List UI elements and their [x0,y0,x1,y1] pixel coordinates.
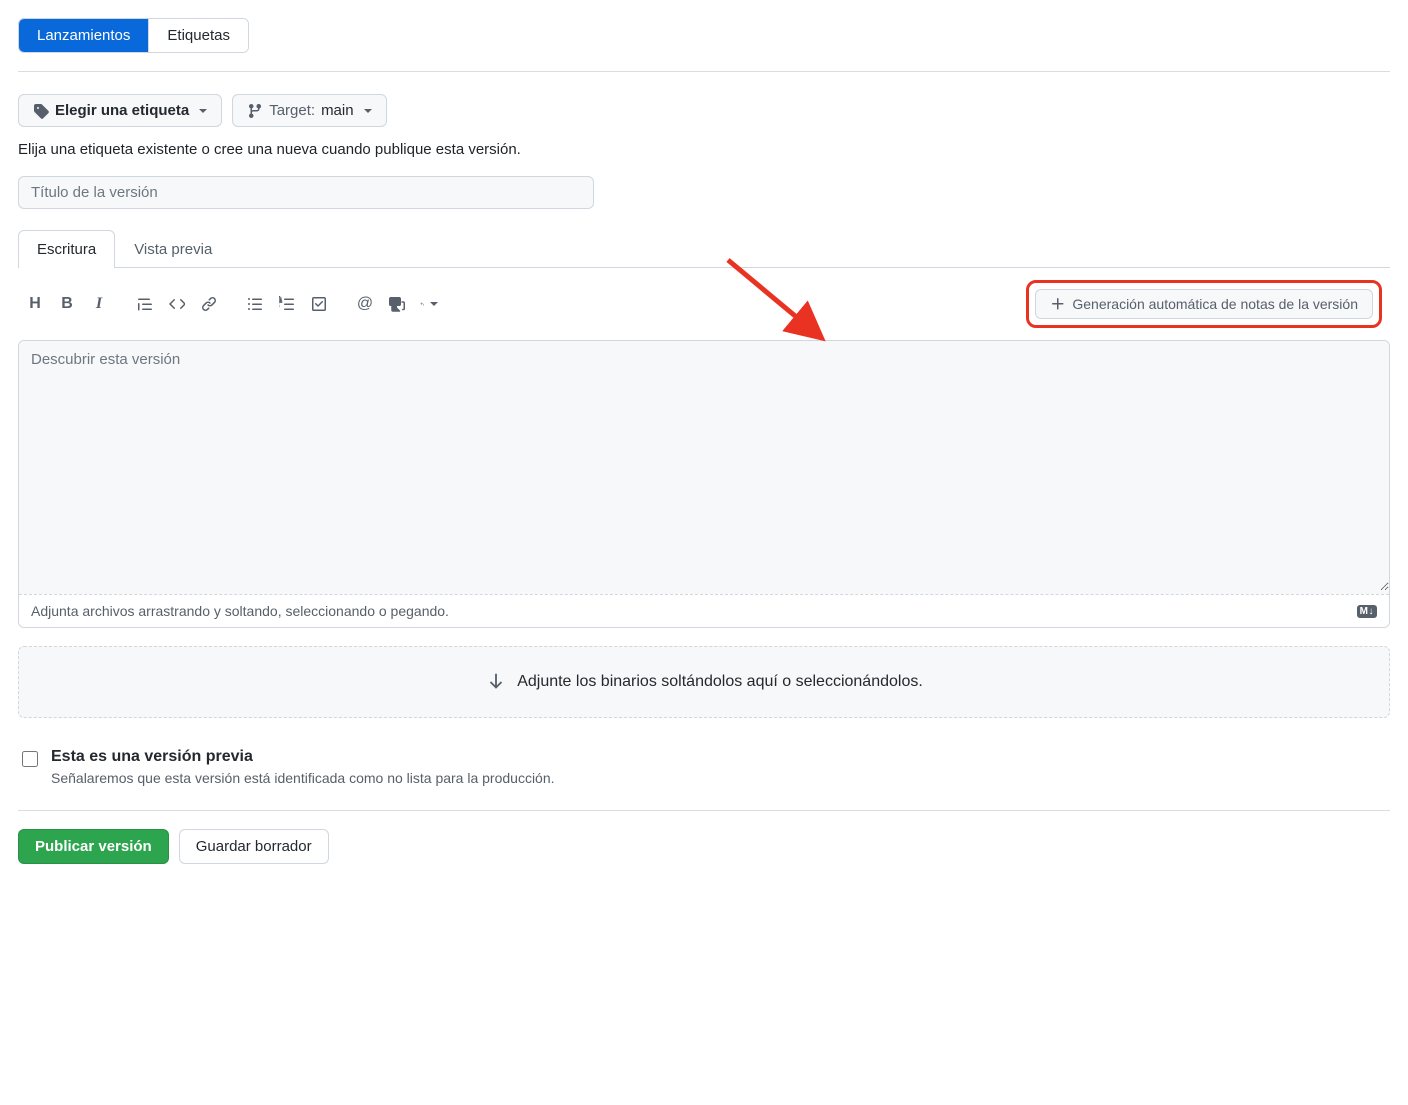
mention-icon[interactable]: @ [356,295,374,313]
binaries-drop-label: Adjunte los binarios soltándolos aquí o … [517,673,923,691]
binaries-dropzone[interactable]: Adjunte los binarios soltándolos aquí o … [18,646,1390,718]
reference-icon[interactable] [388,295,406,313]
tab-tags[interactable]: Etiquetas [148,19,248,52]
tasklist-icon[interactable] [310,295,328,313]
tab-write[interactable]: Escritura [18,230,115,268]
prerelease-checkbox[interactable] [22,751,38,767]
description-area: Adjunta archivos arrastrando y soltando,… [18,340,1390,628]
quote-icon[interactable] [136,295,154,313]
download-arrow-icon [485,671,507,693]
reply-icon[interactable] [420,295,438,313]
editor-tabs: Escritura Vista previa [18,229,1390,268]
caret-down-icon [364,109,372,113]
save-draft-button[interactable]: Guardar borrador [179,829,329,864]
choose-tag-button[interactable]: Elegir una etiqueta [18,94,222,127]
choose-tag-label: Elegir una etiqueta [55,102,189,119]
unordered-list-icon[interactable] [246,295,264,313]
plus-icon [1050,296,1066,312]
prerelease-label: Esta es una versión previa [51,748,555,766]
italic-icon[interactable]: I [90,295,108,313]
tag-icon [33,103,49,119]
target-label: Target: [269,102,315,119]
code-icon[interactable] [168,295,186,313]
target-branch-button[interactable]: Target: main [232,94,386,127]
release-description-textarea[interactable] [19,341,1389,591]
autogen-highlight-box: Generación automática de notas de la ver… [1026,280,1382,328]
top-nav: Lanzamientos Etiquetas [18,18,249,53]
editor-toolbar: H B I @ Generación automática de notas d… [18,268,1390,340]
heading-icon[interactable]: H [26,295,44,313]
autogen-notes-button[interactable]: Generación automática de notas de la ver… [1035,289,1373,319]
link-icon[interactable] [200,295,218,313]
prerelease-desc: Señalaremos que esta versión está identi… [51,770,555,786]
caret-down-icon [199,109,207,113]
bold-icon[interactable]: B [58,295,76,313]
tag-help-text: Elija una etiqueta existente o cree una … [18,141,1390,158]
branch-icon [247,103,263,119]
attach-hint[interactable]: Adjunta archivos arrastrando y soltando,… [31,603,449,619]
tab-releases[interactable]: Lanzamientos [19,19,148,52]
divider [18,71,1390,72]
autogen-notes-label: Generación automática de notas de la ver… [1072,296,1358,312]
publish-release-button[interactable]: Publicar versión [18,829,169,864]
ordered-list-icon[interactable] [278,295,296,313]
tab-preview[interactable]: Vista previa [115,230,231,268]
divider [18,810,1390,811]
release-title-input[interactable] [18,176,594,209]
markdown-badge-icon[interactable]: M↓ [1357,605,1377,618]
target-branch-name: main [321,102,354,119]
